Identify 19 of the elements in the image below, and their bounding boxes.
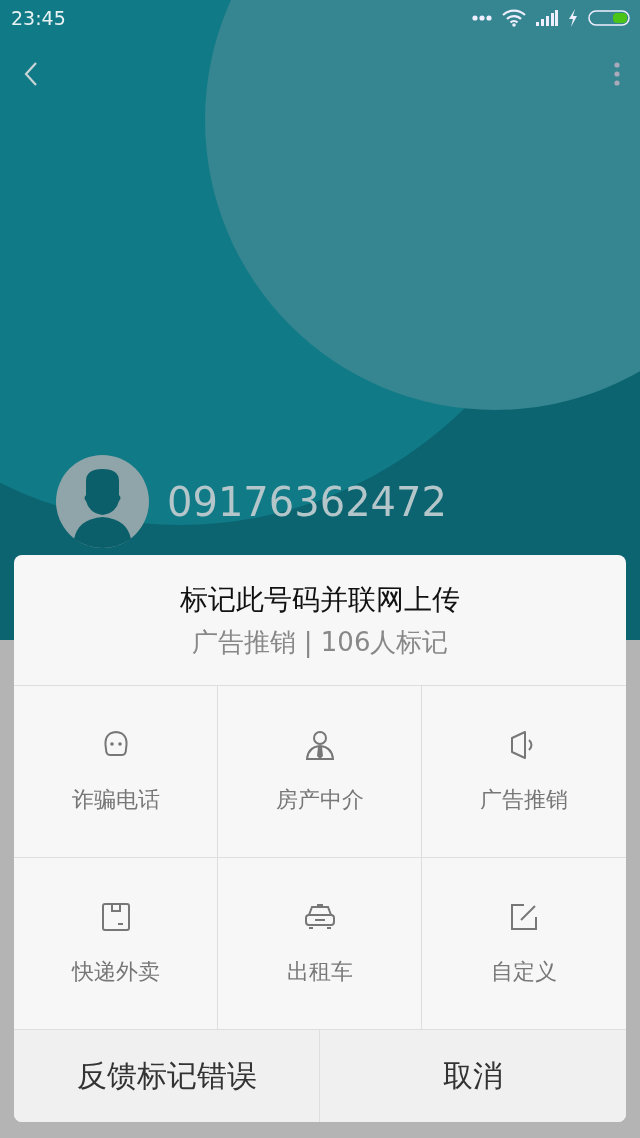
- parcel-icon: [99, 900, 132, 933]
- status-time: 23:45: [11, 7, 67, 29]
- cancel-button[interactable]: 取消: [320, 1030, 626, 1122]
- category-tile[interactable]: 房产中介: [218, 686, 422, 858]
- feedback-button[interactable]: 反馈标记错误: [14, 1030, 320, 1122]
- more-icon: [472, 15, 492, 21]
- charging-icon: [568, 9, 578, 27]
- category-tile[interactable]: 诈骗电话: [14, 686, 218, 858]
- dialog-title: 标记此号码并联网上传: [180, 581, 460, 618]
- battery-icon: [588, 10, 630, 26]
- dialog-subtitle: 广告推销 | 106人标记: [191, 625, 449, 660]
- avatar-icon: [56, 455, 149, 548]
- wifi-icon: [502, 9, 526, 27]
- phone-number: 09176362472: [167, 478, 447, 525]
- back-icon[interactable]: [24, 62, 38, 86]
- category-tile[interactable]: 广告推销: [422, 686, 626, 858]
- signal-icon: [536, 10, 558, 26]
- menu-icon[interactable]: [614, 62, 620, 86]
- person-tie-icon: [303, 728, 336, 761]
